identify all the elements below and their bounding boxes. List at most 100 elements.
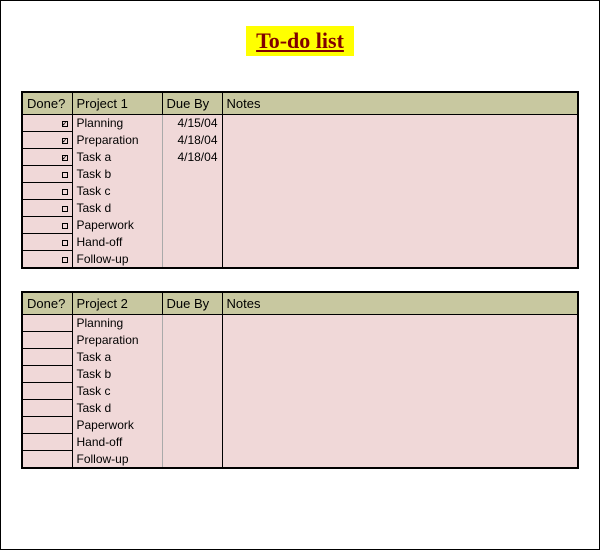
done-cell[interactable]	[22, 383, 72, 400]
due-cell	[162, 434, 222, 451]
task-cell: Task b	[72, 166, 162, 183]
checkbox-unchecked-icon[interactable]	[62, 206, 68, 212]
due-cell	[162, 234, 222, 251]
todo-table-2: Done?Project 2Due ByNotesPlanningPrepara…	[21, 291, 579, 469]
task-cell: Preparation	[72, 332, 162, 349]
notes-cell	[222, 383, 578, 400]
notes-cell	[222, 315, 578, 332]
notes-cell	[222, 400, 578, 417]
done-cell[interactable]	[22, 315, 72, 332]
notes-cell	[222, 166, 578, 183]
task-cell: Hand-off	[72, 434, 162, 451]
due-cell	[162, 200, 222, 217]
header-done: Done?	[22, 292, 72, 315]
table-row: Hand-off	[22, 434, 578, 451]
task-cell: Planning	[72, 315, 162, 332]
notes-cell	[222, 451, 578, 468]
table-row: Task c	[22, 383, 578, 400]
due-cell	[162, 166, 222, 183]
header-notes: Notes	[222, 92, 578, 115]
done-cell[interactable]	[22, 349, 72, 366]
table-row: Task b	[22, 166, 578, 183]
task-cell: Preparation	[72, 132, 162, 149]
due-cell	[162, 315, 222, 332]
table-row: Preparation	[22, 332, 578, 349]
task-cell: Paperwork	[72, 417, 162, 434]
page: To-do list Done?Project 1Due ByNotesPlan…	[0, 0, 600, 550]
done-cell[interactable]	[22, 217, 72, 234]
notes-cell	[222, 149, 578, 166]
task-cell: Task c	[72, 383, 162, 400]
notes-cell	[222, 115, 578, 132]
due-cell	[162, 251, 222, 269]
done-cell[interactable]	[22, 234, 72, 251]
done-cell[interactable]	[22, 332, 72, 349]
header-notes: Notes	[222, 292, 578, 315]
done-cell[interactable]	[22, 366, 72, 383]
done-cell[interactable]	[22, 434, 72, 451]
notes-cell	[222, 200, 578, 217]
due-cell: 4/15/04	[162, 115, 222, 132]
task-cell: Follow-up	[72, 251, 162, 269]
title-wrap: To-do list	[21, 26, 579, 56]
table-row: Task a4/18/04	[22, 149, 578, 166]
table-row: Task d	[22, 200, 578, 217]
notes-cell	[222, 332, 578, 349]
done-cell[interactable]	[22, 251, 72, 269]
notes-cell	[222, 183, 578, 200]
header-project: Project 1	[72, 92, 162, 115]
due-cell	[162, 217, 222, 234]
due-cell: 4/18/04	[162, 149, 222, 166]
due-cell	[162, 417, 222, 434]
checkbox-unchecked-icon[interactable]	[62, 240, 68, 246]
due-cell	[162, 366, 222, 383]
table-row: Paperwork	[22, 417, 578, 434]
header-project: Project 2	[72, 292, 162, 315]
done-cell[interactable]	[22, 132, 72, 149]
task-cell: Task c	[72, 183, 162, 200]
done-cell[interactable]	[22, 115, 72, 132]
done-cell[interactable]	[22, 451, 72, 468]
table-row: Planning4/15/04	[22, 115, 578, 132]
notes-cell	[222, 417, 578, 434]
table-row: Task c	[22, 183, 578, 200]
done-cell[interactable]	[22, 417, 72, 434]
due-cell	[162, 451, 222, 468]
task-cell: Task a	[72, 349, 162, 366]
notes-cell	[222, 234, 578, 251]
done-cell[interactable]	[22, 166, 72, 183]
checkbox-unchecked-icon[interactable]	[62, 257, 68, 263]
notes-cell	[222, 349, 578, 366]
header-due: Due By	[162, 92, 222, 115]
due-cell	[162, 383, 222, 400]
notes-cell	[222, 434, 578, 451]
task-cell: Task a	[72, 149, 162, 166]
due-cell	[162, 183, 222, 200]
table-row: Preparation4/18/04	[22, 132, 578, 149]
table-row: Paperwork	[22, 217, 578, 234]
task-cell: Hand-off	[72, 234, 162, 251]
checkbox-unchecked-icon[interactable]	[62, 223, 68, 229]
due-cell	[162, 349, 222, 366]
task-cell: Task d	[72, 200, 162, 217]
notes-cell	[222, 132, 578, 149]
todo-table-1: Done?Project 1Due ByNotesPlanning4/15/04…	[21, 91, 579, 269]
table-row: Hand-off	[22, 234, 578, 251]
checkbox-checked-icon[interactable]	[62, 121, 68, 127]
checkbox-checked-icon[interactable]	[62, 155, 68, 161]
due-cell: 4/18/04	[162, 132, 222, 149]
page-title: To-do list	[246, 26, 354, 56]
checkbox-checked-icon[interactable]	[62, 138, 68, 144]
task-cell: Planning	[72, 115, 162, 132]
checkbox-unchecked-icon[interactable]	[62, 189, 68, 195]
done-cell[interactable]	[22, 183, 72, 200]
table-row: Follow-up	[22, 451, 578, 468]
done-cell[interactable]	[22, 200, 72, 217]
task-cell: Task b	[72, 366, 162, 383]
table-row: Task a	[22, 349, 578, 366]
checkbox-unchecked-icon[interactable]	[62, 172, 68, 178]
done-cell[interactable]	[22, 400, 72, 417]
notes-cell	[222, 366, 578, 383]
task-cell: Paperwork	[72, 217, 162, 234]
done-cell[interactable]	[22, 149, 72, 166]
